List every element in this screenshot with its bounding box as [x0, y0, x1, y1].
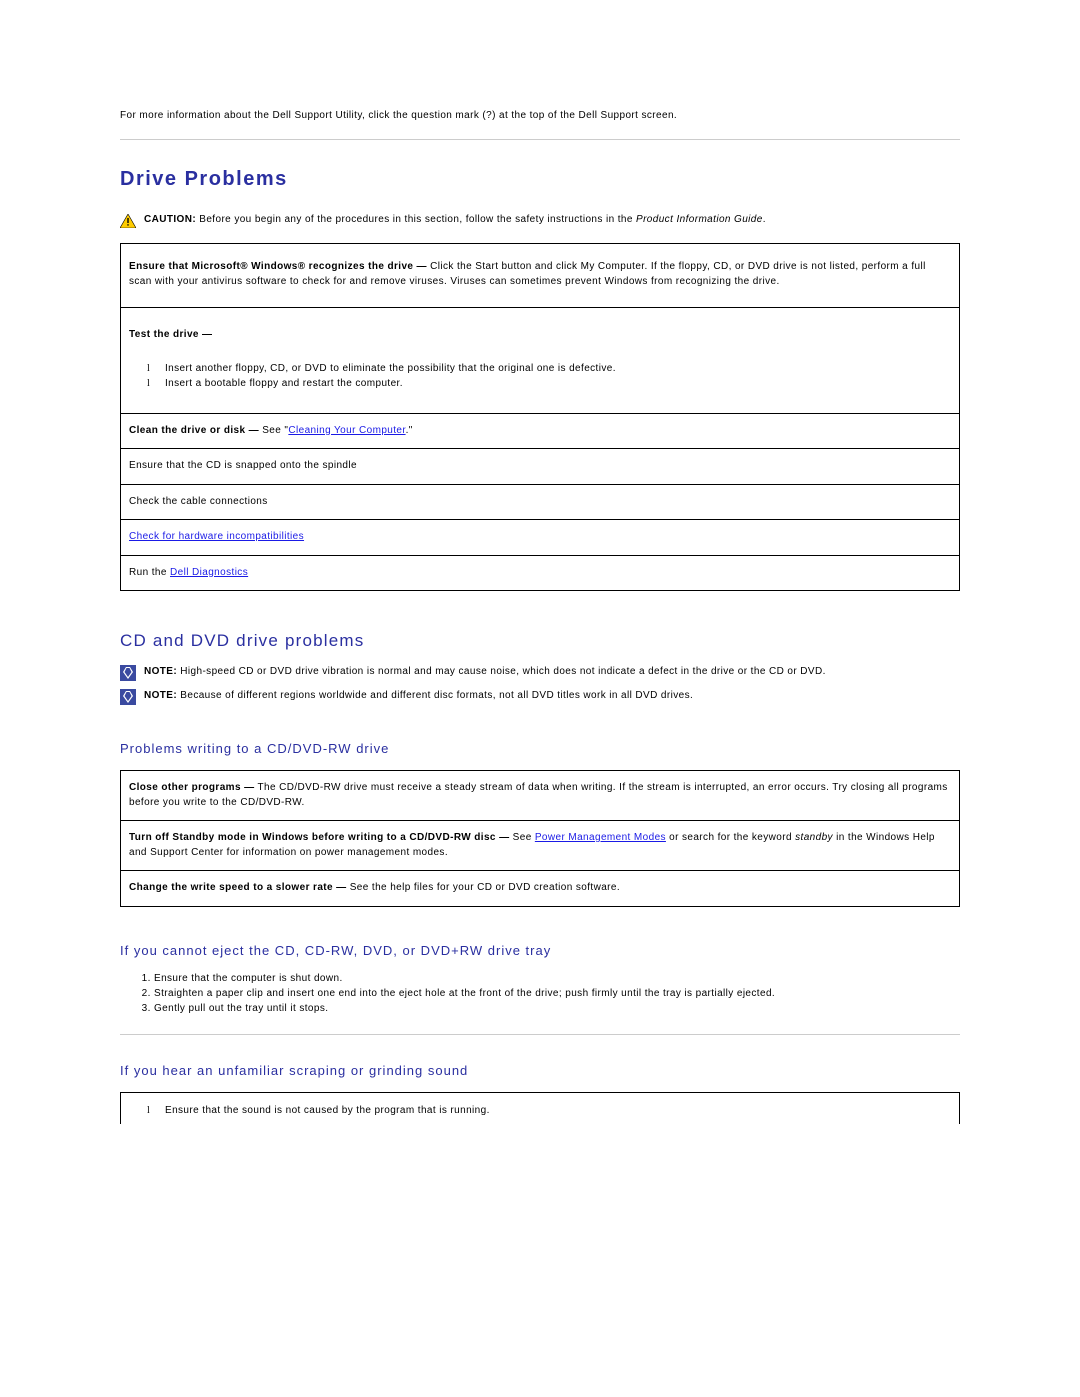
row-hardware-incompat: Check for hardware incompatibilities: [121, 520, 960, 556]
note-1-body: High-speed CD or DVD drive vibration is …: [177, 666, 826, 677]
t2r1-lead: Close other programs —: [129, 782, 255, 793]
heading-write-problems: Problems writing to a CD/DVD-RW drive: [120, 741, 960, 756]
intro-text: For more information about the Dell Supp…: [120, 110, 960, 121]
heading-drive-problems: Drive Problems: [120, 168, 960, 191]
note-2-label: NOTE:: [144, 690, 177, 701]
row3-after: .": [406, 425, 413, 436]
link-power-management[interactable]: Power Management Modes: [535, 832, 666, 843]
link-hardware-incompatibilities[interactable]: Check for hardware incompatibilities: [129, 531, 304, 542]
note-1: NOTE: High-speed CD or DVD drive vibrati…: [120, 665, 960, 681]
row2-lead: Test the drive —: [129, 329, 212, 340]
row-clean-drive: Clean the drive or disk — See "Cleaning …: [121, 413, 960, 449]
row-sound: l Ensure that the sound is not caused by …: [121, 1092, 960, 1124]
row-test-drive: Test the drive — l Insert another floppy,…: [121, 308, 960, 414]
t2r2-lead: Turn off Standby mode in Windows before …: [129, 832, 454, 843]
separator: [120, 139, 960, 140]
caution-box: CAUTION: Before you begin any of the pro…: [120, 213, 960, 229]
note-icon: [120, 689, 136, 705]
row-recognize-drive: Ensure that Microsoft® Windows® recogniz…: [121, 244, 960, 308]
row-snap-spindle: Ensure that the CD is snapped onto the s…: [121, 449, 960, 485]
caution-italic: Product Information Guide: [636, 214, 763, 225]
t2r3-lead: Change the write speed to a slower rate …: [129, 882, 347, 893]
eject-step-2: Straighten a paper clip and insert one e…: [154, 987, 960, 1001]
row-dell-diagnostics: Run the Dell Diagnostics: [121, 555, 960, 591]
bullet-marker: l: [147, 1103, 155, 1118]
link-dell-diagnostics[interactable]: Dell Diagnostics: [170, 567, 248, 578]
caution-label: CAUTION:: [144, 214, 196, 225]
link-cleaning-computer[interactable]: Cleaning Your Computer: [288, 425, 405, 436]
drive-troubleshoot-table: Ensure that Microsoft® Windows® recogniz…: [120, 243, 960, 591]
note-2-body: Because of different regions worldwide a…: [177, 690, 693, 701]
row-cable-connections: Check the cable connections: [121, 484, 960, 520]
note-1-text: NOTE: High-speed CD or DVD drive vibrati…: [144, 665, 960, 679]
note-2-text: NOTE: Because of different regions world…: [144, 689, 960, 703]
caution-body-2: .: [763, 214, 766, 225]
eject-steps-list: Ensure that the computer is shut down. S…: [154, 972, 960, 1016]
separator-2: [120, 1034, 960, 1035]
row-standby-mode: Turn off Standby mode in Windows before …: [121, 821, 960, 871]
caution-body-1: Before you begin any of the procedures i…: [196, 214, 636, 225]
sound-bullet: Ensure that the sound is not caused by t…: [165, 1103, 490, 1118]
note-2: NOTE: Because of different regions world…: [120, 689, 960, 705]
t2r2-italic: standby: [795, 832, 833, 843]
t2r2-bold2: RW disc —: [454, 832, 510, 843]
row3-lead: Clean the drive or disk —: [129, 425, 259, 436]
bullet-marker: l: [147, 361, 155, 376]
write-troubleshoot-table: Close other programs — The CD/DVD-RW dri…: [120, 770, 960, 907]
t2r2-see: See: [509, 832, 534, 843]
row1-lead: Ensure that Microsoft® Windows® recogniz…: [129, 261, 427, 272]
row-close-programs: Close other programs — The CD/DVD-RW dri…: [121, 771, 960, 821]
eject-step-3: Gently pull out the tray until it stops.: [154, 1002, 960, 1016]
t2r3-rest: See the help files for your CD or DVD cr…: [347, 882, 620, 893]
caution-icon: [120, 213, 136, 229]
bullet-marker: l: [147, 376, 155, 391]
note-1-label: NOTE:: [144, 666, 177, 677]
eject-step-1: Ensure that the computer is shut down.: [154, 972, 960, 986]
test-drive-list: l Insert another floppy, CD, or DVD to el…: [147, 361, 951, 391]
row7-before: Run the: [129, 567, 170, 578]
heading-eject-tray: If you cannot eject the CD, CD-RW, DVD, …: [120, 943, 960, 958]
test-drive-item-2: Insert a bootable floppy and restart the…: [165, 376, 403, 391]
caution-text: CAUTION: Before you begin any of the pro…: [144, 213, 960, 227]
note-icon: [120, 665, 136, 681]
heading-cd-dvd-problems: CD and DVD drive problems: [120, 631, 960, 651]
t2r2-rest1: or search for the keyword: [666, 832, 795, 843]
sound-table: l Ensure that the sound is not caused by …: [120, 1092, 960, 1124]
row3-see: See ": [259, 425, 288, 436]
test-drive-item-1: Insert another floppy, CD, or DVD to eli…: [165, 361, 616, 376]
row-write-speed: Change the write speed to a slower rate …: [121, 871, 960, 907]
heading-grinding-sound: If you hear an unfamiliar scraping or gr…: [120, 1063, 960, 1078]
